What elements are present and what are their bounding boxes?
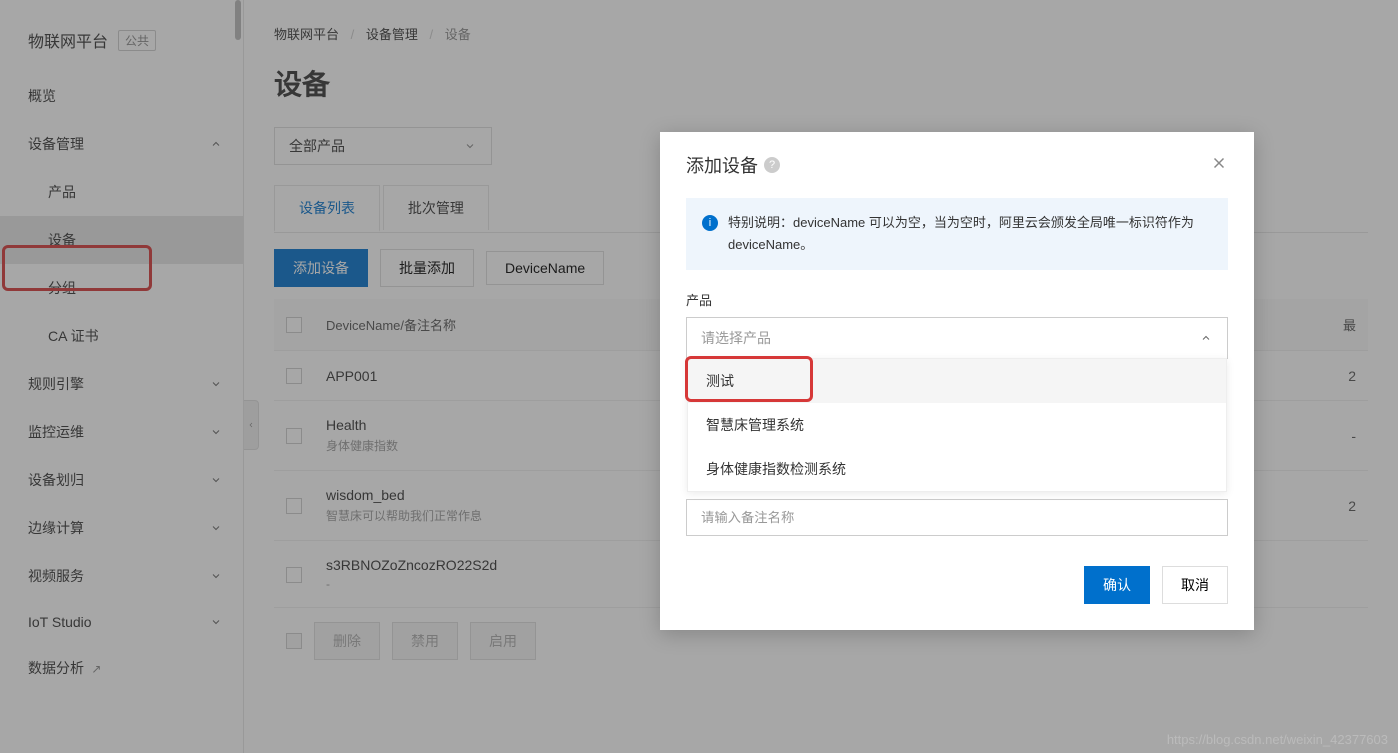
note-input[interactable]: [686, 499, 1228, 536]
close-icon[interactable]: [1210, 154, 1228, 177]
info-icon: i: [702, 215, 718, 231]
product-placeholder: 请选择产品: [701, 328, 771, 348]
help-icon[interactable]: ?: [764, 157, 780, 173]
add-device-modal: 添加设备 ? i 特别说明：deviceName 可以为空，当为空时，阿里云会颁…: [660, 132, 1254, 630]
product-dropdown[interactable]: 请选择产品 测试 智慧床管理系统 身体健康指数检测系统: [686, 317, 1228, 359]
confirm-button[interactable]: 确认: [1084, 566, 1150, 604]
cancel-button[interactable]: 取消: [1162, 566, 1228, 604]
info-banner: i 特别说明：deviceName 可以为空，当为空时，阿里云会颁发全局唯一标识…: [686, 198, 1228, 270]
info-text: 特别说明：deviceName 可以为空，当为空时，阿里云会颁发全局唯一标识符作…: [728, 212, 1212, 256]
dropdown-option-test[interactable]: 测试: [688, 359, 1226, 403]
product-dropdown-list: 测试 智慧床管理系统 身体健康指数检测系统: [687, 358, 1227, 492]
modal-title: 添加设备 ?: [686, 152, 780, 178]
dropdown-option-health[interactable]: 身体健康指数检测系统: [688, 447, 1226, 491]
chevron-up-icon: [1199, 331, 1213, 345]
annotation-highlight-option: [685, 356, 813, 402]
watermark: https://blog.csdn.net/weixin_42377603: [1167, 732, 1388, 747]
product-label: 产品: [686, 290, 1228, 309]
dropdown-option-smartbed[interactable]: 智慧床管理系统: [688, 403, 1226, 447]
